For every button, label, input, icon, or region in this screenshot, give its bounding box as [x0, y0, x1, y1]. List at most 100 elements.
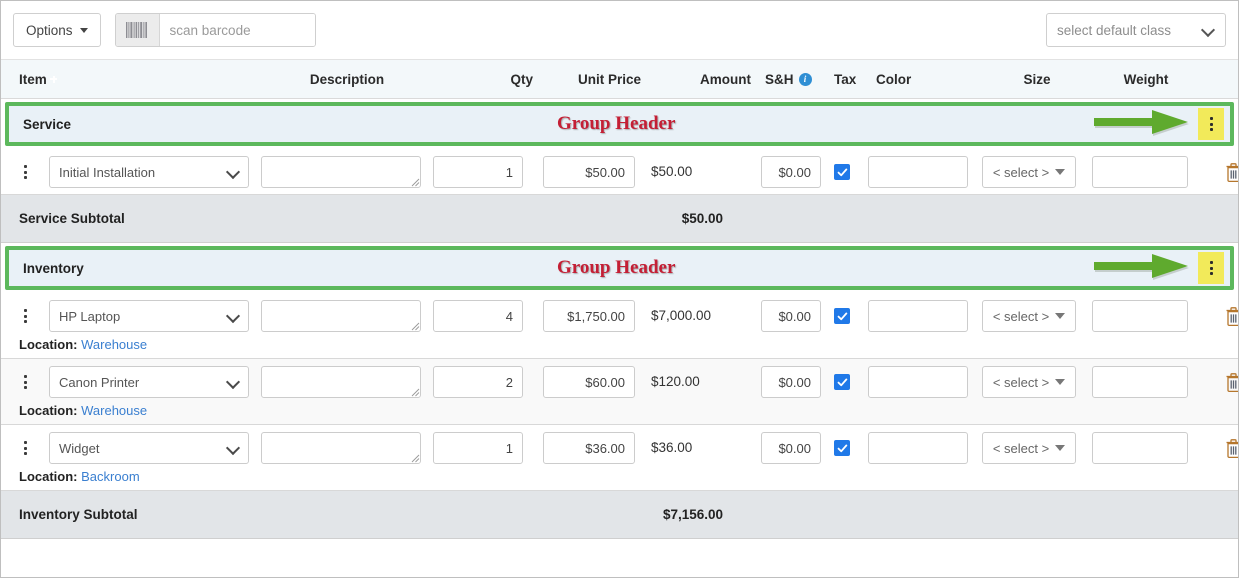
item-cell: Canon Printer — [49, 366, 261, 398]
qty-input[interactable] — [433, 366, 523, 398]
color-input[interactable] — [868, 156, 968, 188]
trash-icon[interactable] — [1224, 372, 1239, 393]
column-header-sh-label: S&H — [765, 71, 794, 87]
color-input[interactable] — [868, 366, 968, 398]
row-handle-cell — [1, 366, 49, 398]
toolbar: Options scan barcode select default clas… — [1, 1, 1238, 59]
location-link[interactable]: Warehouse — [81, 403, 147, 418]
line-item-row: Initial Installation $50.00 — [1, 149, 1238, 195]
trash-icon[interactable] — [1224, 438, 1239, 459]
qty-input[interactable] — [433, 156, 523, 188]
default-class-select[interactable]: select default class — [1046, 13, 1226, 47]
options-button[interactable]: Options — [13, 13, 101, 47]
unit-price-input[interactable] — [543, 366, 635, 398]
barcode-icon — [115, 14, 160, 46]
group-header-row-inventory[interactable]: Inventory Group Header — [5, 246, 1234, 290]
column-header-amount: Amount — [700, 71, 751, 87]
tax-cell — [834, 300, 866, 324]
amount-value: $50.00 — [651, 164, 693, 179]
size-select[interactable]: < select > — [982, 432, 1076, 464]
group-header-row-service[interactable]: Service Group Header — [5, 102, 1234, 146]
weight-input[interactable] — [1092, 156, 1188, 188]
tax-checkbox[interactable] — [834, 374, 850, 390]
row-menu-button[interactable] — [1, 156, 49, 188]
item-select[interactable]: HP Laptop — [49, 300, 249, 332]
tax-cell — [834, 366, 866, 390]
description-input[interactable] — [261, 366, 421, 398]
size-select[interactable]: < select > — [982, 300, 1076, 332]
weight-input[interactable] — [1092, 366, 1188, 398]
item-cell: HP Laptop — [49, 300, 261, 332]
unit-price-input[interactable] — [543, 300, 635, 332]
size-select[interactable]: < select > — [982, 366, 1076, 398]
line-item-row: Widget $36.00 — [1, 425, 1238, 491]
table-header-row: Item Description Qty Unit Price Amount S… — [1, 59, 1238, 99]
sh-input[interactable] — [761, 156, 821, 188]
column-header-item-label: Item — [19, 71, 47, 87]
qty-cell — [433, 156, 543, 188]
row-actions-cell — [1200, 156, 1239, 183]
row-actions-cell — [1200, 432, 1239, 459]
unit-price-input[interactable] — [543, 432, 635, 464]
tax-checkbox[interactable] — [834, 164, 850, 180]
unit-price-input[interactable] — [543, 156, 635, 188]
group-header-annotation: Group Header — [557, 113, 676, 134]
right-arrow-icon — [1094, 254, 1189, 280]
location-label: Location: — [19, 337, 78, 352]
size-cell: < select > — [982, 366, 1092, 398]
location-line: Location: Backroom — [1, 469, 1238, 484]
kebab-menu-icon — [1209, 261, 1213, 275]
column-header-unit-price: Unit Price — [577, 71, 641, 87]
amount-value: $7,000.00 — [651, 308, 712, 323]
weight-input[interactable] — [1092, 300, 1188, 332]
item-select[interactable]: Initial Installation — [49, 156, 249, 188]
description-cell — [261, 156, 433, 188]
row-menu-button[interactable] — [1, 432, 49, 464]
info-icon[interactable]: i — [798, 72, 812, 86]
weight-input[interactable] — [1092, 432, 1188, 464]
description-input[interactable] — [261, 156, 421, 188]
sh-input[interactable] — [761, 432, 821, 464]
row-menu-button[interactable] — [1, 366, 49, 398]
tax-checkbox[interactable] — [834, 440, 850, 456]
item-select[interactable]: Widget — [49, 432, 249, 464]
trash-icon[interactable] — [1224, 306, 1239, 327]
column-header-qty: Qty — [510, 71, 533, 87]
color-input[interactable] — [868, 300, 968, 332]
size-cell: < select > — [982, 432, 1092, 464]
qty-input[interactable] — [433, 432, 523, 464]
size-select-value: < select > — [992, 308, 1050, 324]
location-line: Location: Warehouse — [1, 403, 1238, 418]
scan-barcode-input[interactable] — [159, 14, 315, 46]
description-input[interactable] — [261, 300, 421, 332]
sh-input[interactable] — [761, 366, 821, 398]
amount-value: $120.00 — [651, 374, 700, 389]
group-menu-button[interactable] — [1198, 252, 1224, 284]
amount-cell: $120.00 — [651, 366, 761, 398]
location-link[interactable]: Backroom — [81, 469, 140, 484]
column-header-description: Description — [309, 71, 385, 87]
item-select[interactable]: Canon Printer — [49, 366, 249, 398]
checkmark-icon — [837, 168, 847, 176]
tax-cell — [834, 156, 866, 180]
group-menu-button[interactable] — [1198, 108, 1224, 140]
tax-checkbox[interactable] — [834, 308, 850, 324]
size-select[interactable]: < select > — [982, 156, 1076, 188]
color-cell — [866, 366, 982, 398]
color-input[interactable] — [868, 432, 968, 464]
item-select-value: Widget — [59, 440, 100, 456]
description-input[interactable] — [261, 432, 421, 464]
trash-icon[interactable] — [1224, 162, 1239, 183]
item-select-value: Initial Installation — [59, 164, 156, 180]
default-class-value: select default class — [1057, 22, 1172, 38]
line-item-row: Canon Printer $120.00 — [1, 359, 1238, 425]
qty-input[interactable] — [433, 300, 523, 332]
amount-cell: $50.00 — [651, 156, 761, 188]
row-menu-button[interactable] — [1, 300, 49, 332]
description-cell — [261, 300, 433, 332]
sh-input[interactable] — [761, 300, 821, 332]
weight-cell — [1092, 366, 1200, 398]
location-link[interactable]: Warehouse — [81, 337, 147, 352]
weight-cell — [1092, 300, 1200, 332]
chevron-down-icon — [79, 27, 88, 33]
